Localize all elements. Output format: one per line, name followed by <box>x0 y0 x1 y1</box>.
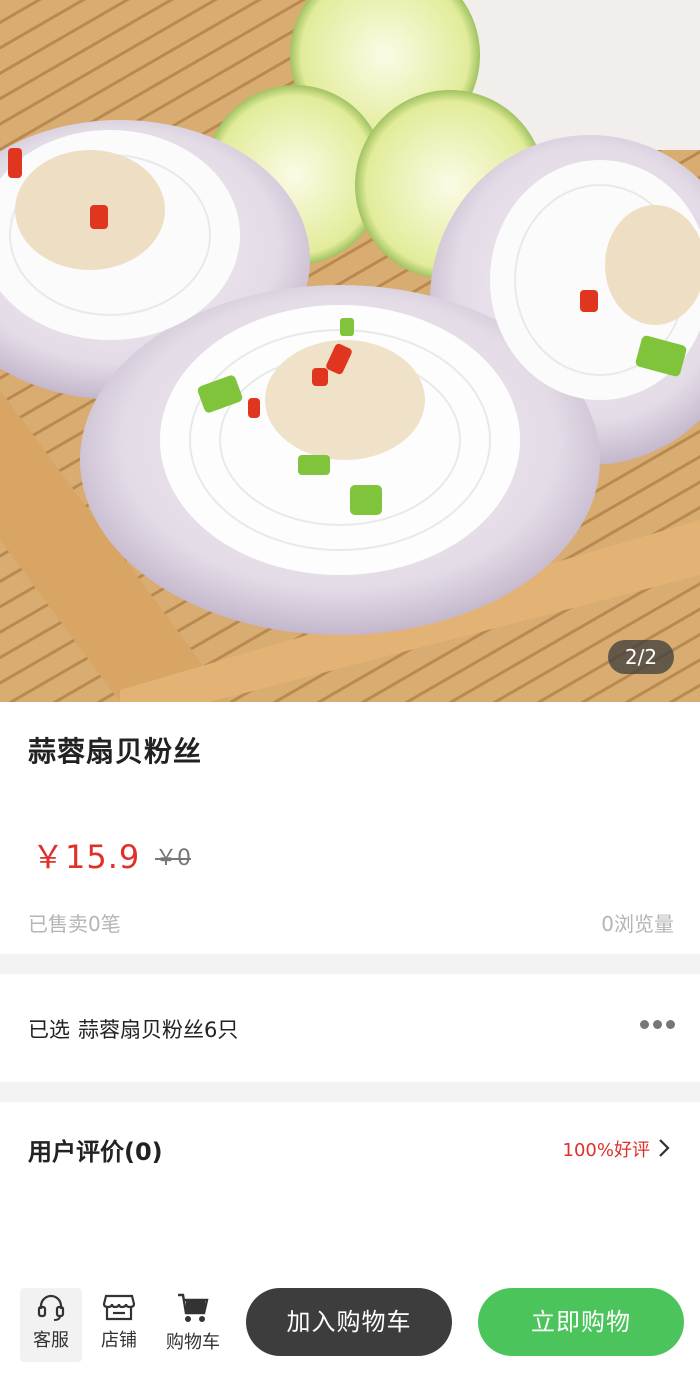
bottom-action-bar: 客服 店铺 购物车 加入购物车 立即购物 <box>0 1282 700 1378</box>
cart-button[interactable]: 购物车 <box>160 1288 226 1362</box>
selected-option: 已选 蒜蓉扇贝粉丝6只 <box>28 1014 238 1044</box>
chevron-right-icon[interactable] <box>658 1138 670 1158</box>
more-icon[interactable] <box>640 1020 676 1030</box>
buy-now-button[interactable]: 立即购物 <box>478 1288 684 1356</box>
image-pager-indicator: 2/2 <box>608 640 674 674</box>
product-info: 蒜蓉扇贝粉丝 ￥15.9 ￥0 已售卖0笔 0浏览量 <box>0 702 700 954</box>
section-divider <box>0 954 700 974</box>
store-button[interactable]: 店铺 <box>88 1288 150 1362</box>
product-title: 蒜蓉扇贝粉丝 <box>28 735 203 768</box>
customer-service-button[interactable]: 客服 <box>20 1288 82 1362</box>
selected-option-row[interactable]: 已选 蒜蓉扇贝粉丝6只 <box>0 974 700 1082</box>
add-to-cart-button[interactable]: 加入购物车 <box>246 1288 452 1356</box>
store-label: 店铺 <box>101 1330 137 1351</box>
store-icon <box>102 1294 136 1321</box>
original-price: ￥0 <box>155 846 191 871</box>
reviews-rating-link[interactable]: 100%好评 <box>563 1136 650 1162</box>
product-image-carousel[interactable]: 2/2 <box>0 0 700 702</box>
view-count: 0浏览量 <box>601 912 674 936</box>
section-divider <box>0 1082 700 1102</box>
product-photo <box>0 0 700 702</box>
headset-icon <box>37 1294 65 1321</box>
selected-label: 已选 <box>28 1018 70 1042</box>
customer-service-label: 客服 <box>33 1330 69 1351</box>
product-price: ￥15.9 <box>32 838 141 876</box>
sold-count: 已售卖0笔 <box>28 912 121 936</box>
selected-value: 蒜蓉扇贝粉丝6只 <box>78 1018 239 1042</box>
cart-label: 购物车 <box>166 1332 220 1353</box>
reviews-section: 用户评价(0) 100%好评 <box>0 1102 700 1282</box>
reviews-title: 用户评价(0) <box>28 1138 163 1166</box>
cart-icon <box>178 1293 209 1322</box>
